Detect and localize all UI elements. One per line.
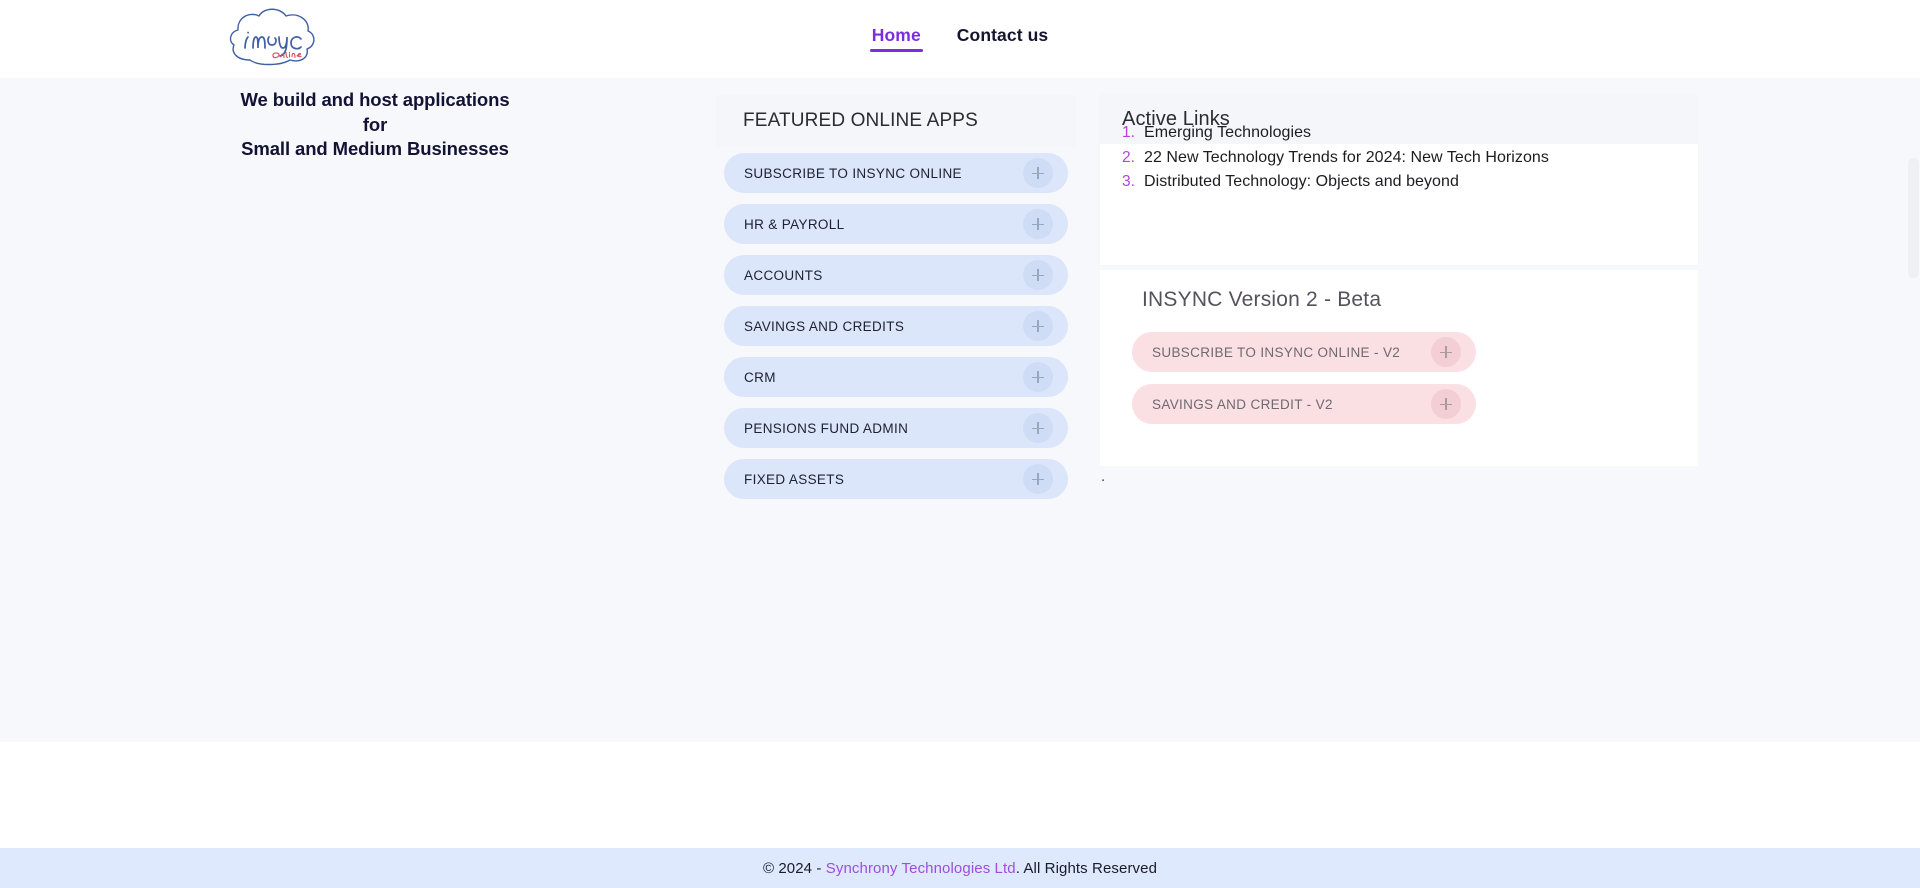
- plus-icon[interactable]: [1023, 464, 1053, 494]
- page-scrollbar-track[interactable]: [1906, 78, 1920, 888]
- hero-line-1: We build and host applications: [240, 89, 510, 110]
- version2-accordion-list: SUBSCRIBE TO INSYNC ONLINE - V2 SAVINGS …: [1132, 332, 1476, 436]
- site-header: Home Contact us: [0, 0, 1920, 78]
- main-navigation: Home Contact us: [0, 24, 1920, 64]
- featured-card-header: FEATURED ONLINE APPS: [716, 95, 1076, 147]
- accordion-item-savings-and-credits[interactable]: SAVINGS AND CREDITS: [724, 306, 1068, 346]
- list-item-label: Distributed Technology: Objects and beyo…: [1144, 173, 1459, 190]
- active-links-list: 1. Emerging Technologies 2. 22 New Techn…: [1122, 121, 1549, 195]
- accordion-item-label: PENSIONS FUND ADMIN: [744, 420, 909, 436]
- hero-headline: We build and host applications for Small…: [240, 88, 510, 162]
- featured-online-apps-card: FEATURED ONLINE APPS SUBSCRIBE TO INSYNC…: [716, 95, 1076, 505]
- featured-card-title: FEATURED ONLINE APPS: [743, 110, 978, 131]
- accordion-item-label: FIXED ASSETS: [744, 471, 845, 487]
- plus-icon[interactable]: [1023, 158, 1053, 188]
- footer-copyright-prefix: © 2024 -: [762, 859, 826, 877]
- nav-item-home-label: Home: [871, 25, 921, 45]
- hero-line-2: for: [362, 113, 388, 135]
- list-item-label: 22 New Technology Trends for 2024: New T…: [1144, 148, 1549, 166]
- accordion-item-savings-and-credit-v2[interactable]: SAVINGS AND CREDIT - V2: [1132, 384, 1476, 424]
- accordion-item-label: HR & PAYROLL: [744, 216, 845, 232]
- list-item[interactable]: 2. 22 New Technology Trends for 2024: Ne…: [1122, 146, 1549, 171]
- accordion-item-label: SUBSCRIBE TO INSYNC ONLINE - V2: [1152, 344, 1401, 360]
- insync-version-2-title: INSYNC Version 2 - Beta: [1142, 288, 1382, 311]
- accordion-item-accounts[interactable]: ACCOUNTS: [724, 255, 1068, 295]
- plus-icon[interactable]: [1023, 311, 1053, 341]
- accordion-item-subscribe-to-insync-online[interactable]: SUBSCRIBE TO INSYNC ONLINE: [724, 153, 1068, 193]
- lower-white-band: [0, 742, 1920, 848]
- plus-icon[interactable]: [1431, 337, 1461, 367]
- insync-version-2-card: INSYNC Version 2 - Beta SUBSCRIBE TO INS…: [1100, 270, 1698, 466]
- nav-item-home[interactable]: Home: [869, 24, 923, 58]
- accordion-item-label: ACCOUNTS: [744, 267, 823, 283]
- list-item[interactable]: 1. Emerging Technologies: [1122, 121, 1549, 146]
- list-item-label: Emerging Technologies: [1144, 124, 1312, 141]
- accordion-item-label: CRM: [744, 369, 776, 385]
- page-scrollbar-thumb[interactable]: [1908, 158, 1919, 278]
- hero-line-3: Small and Medium Businesses: [241, 138, 509, 159]
- plus-icon[interactable]: [1431, 389, 1461, 419]
- footer-company-link[interactable]: Synchrony Technologies Ltd: [826, 860, 1016, 877]
- featured-accordion-list: SUBSCRIBE TO INSYNC ONLINE HR & PAYROLL …: [724, 153, 1068, 510]
- plus-icon[interactable]: [1023, 209, 1053, 239]
- nav-item-contact-us-label: Contact us: [956, 25, 1049, 45]
- list-item-number: 3.: [1122, 173, 1136, 190]
- footer-copyright-suffix: . All Rights Reserved: [1015, 859, 1158, 877]
- stray-period-text: .: [1101, 468, 1106, 485]
- accordion-item-label: SAVINGS AND CREDIT - V2: [1152, 396, 1333, 412]
- accordion-item-label: SUBSCRIBE TO INSYNC ONLINE: [744, 165, 962, 181]
- list-item-number: 1.: [1122, 124, 1136, 141]
- accordion-item-subscribe-to-insync-online-v2[interactable]: SUBSCRIBE TO INSYNC ONLINE - V2: [1132, 332, 1476, 372]
- active-links-card: Active Links 1. Emerging Technologies 2.…: [1100, 95, 1698, 265]
- plus-icon[interactable]: [1023, 362, 1053, 392]
- accordion-item-pensions-fund-admin[interactable]: PENSIONS FUND ADMIN: [724, 408, 1068, 448]
- footer-copyright: © 2024 - Synchrony Technologies Ltd. All…: [763, 860, 1157, 877]
- list-item[interactable]: 3. Distributed Technology: Objects and b…: [1122, 170, 1549, 195]
- accordion-item-label: SAVINGS AND CREDITS: [744, 318, 905, 334]
- list-item-number: 2.: [1122, 148, 1136, 166]
- accordion-item-hr-and-payroll[interactable]: HR & PAYROLL: [724, 204, 1068, 244]
- plus-icon[interactable]: [1023, 260, 1053, 290]
- plus-icon[interactable]: [1023, 413, 1053, 443]
- accordion-item-crm[interactable]: CRM: [724, 357, 1068, 397]
- site-footer: © 2024 - Synchrony Technologies Ltd. All…: [0, 848, 1920, 888]
- accordion-item-fixed-assets[interactable]: FIXED ASSETS: [724, 459, 1068, 499]
- nav-item-contact-us[interactable]: Contact us: [955, 24, 1050, 58]
